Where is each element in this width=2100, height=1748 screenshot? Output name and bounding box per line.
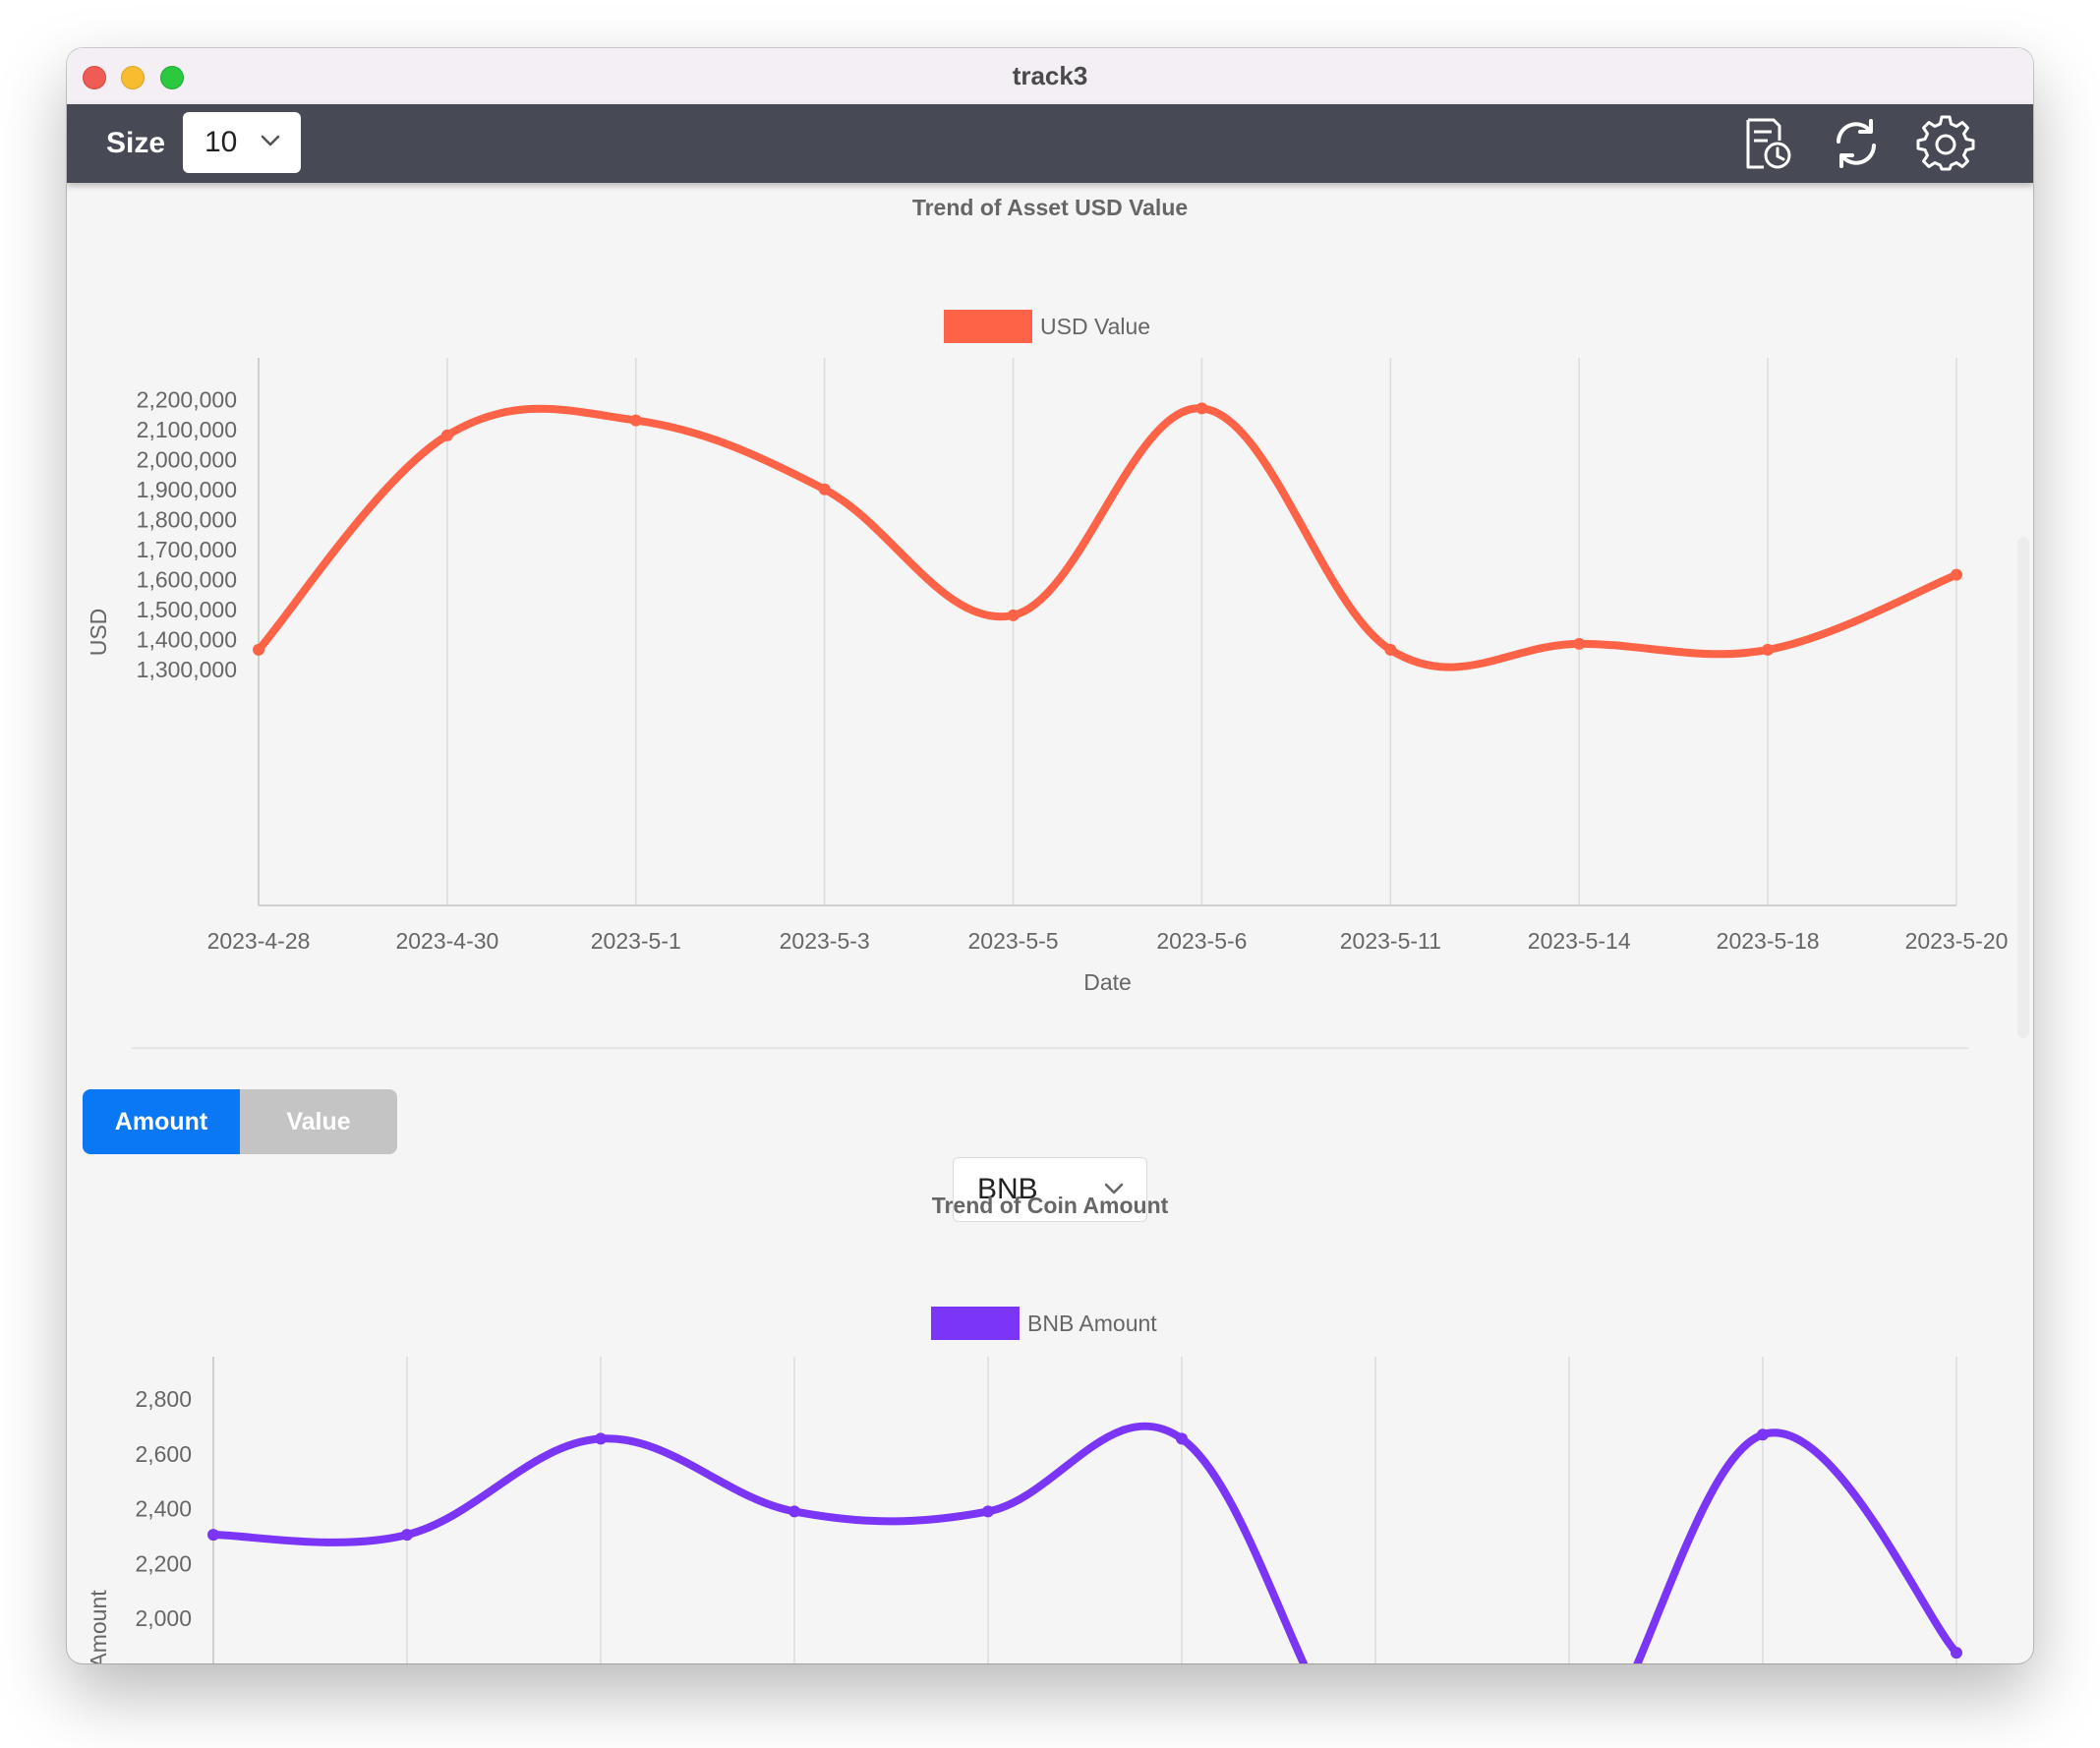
y-tick-label: 2,200: [135, 1550, 192, 1576]
minimize-window-button[interactable]: [121, 66, 145, 89]
toolbar: Size 10: [67, 104, 2033, 183]
main-content: Trend of Asset USD Value USD Value 2,200…: [67, 183, 2033, 1663]
data-point: [982, 1505, 994, 1518]
amount-line-chart: 2,800 2,600 2,400 2,200 2,000 1,800 Amount: [86, 1357, 1962, 1663]
series-line: [209, 1422, 1960, 1663]
close-window-button[interactable]: [83, 66, 106, 89]
series-group: [207, 1422, 1962, 1663]
y-tick-label: 2,800: [135, 1386, 192, 1412]
size-select-value: 10: [204, 126, 238, 158]
title-bar: track3: [67, 48, 2033, 105]
size-label: Size: [106, 127, 166, 159]
data-point: [1951, 1647, 1962, 1660]
data-point: [401, 1529, 413, 1542]
app-window: track3 Size 10 Trend of Asset USD Value …: [67, 48, 2033, 1663]
data-point: [1176, 1432, 1188, 1445]
data-point: [595, 1432, 607, 1445]
data-point: [788, 1505, 800, 1518]
y-tick-label: 1,800: [135, 1661, 192, 1663]
report-history-icon[interactable]: [1738, 114, 1797, 173]
data-point: [207, 1529, 219, 1542]
data-point: [1757, 1428, 1769, 1441]
gear-icon[interactable]: [1916, 114, 1975, 173]
window-title: track3: [1012, 61, 1088, 90]
y-tick-label: 2,400: [135, 1496, 192, 1522]
y-tick-label: 2,000: [135, 1605, 192, 1631]
refresh-icon[interactable]: [1827, 114, 1886, 173]
size-select[interactable]: 10: [183, 112, 301, 173]
zoom-window-button[interactable]: [160, 66, 184, 89]
y-tick-label: 2,600: [135, 1441, 192, 1467]
y-axis-title: Amount: [86, 1590, 111, 1663]
chevron-down-icon: [261, 135, 280, 146]
